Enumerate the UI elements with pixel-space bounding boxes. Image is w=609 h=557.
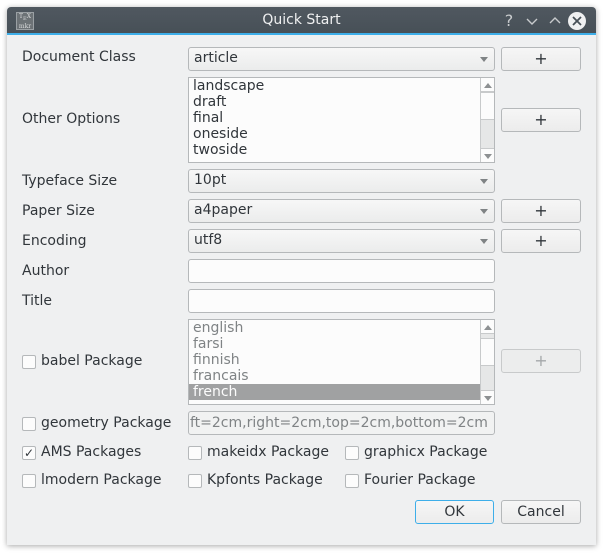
add-option-button[interactable]: +: [501, 108, 581, 132]
geometry-checkbox[interactable]: [22, 417, 36, 431]
makeidx-label: makeidx Package: [207, 444, 329, 460]
maximize-icon[interactable]: [545, 11, 565, 31]
graphicx-label: graphicx Package: [364, 444, 488, 460]
author-label: Author: [22, 263, 70, 279]
babel-language-list[interactable]: english farsi finnish francais french: [188, 319, 495, 405]
paper-size-label: Paper Size: [22, 203, 95, 219]
scroll-down-icon[interactable]: [481, 148, 494, 162]
cancel-button[interactable]: Cancel: [501, 500, 581, 524]
scrollbar-thumb[interactable]: [481, 92, 494, 120]
list-item-partial[interactable]: [189, 158, 480, 162]
lmodern-checkbox[interactable]: [22, 474, 36, 488]
add-document-class-button[interactable]: +: [501, 47, 581, 71]
list-item[interactable]: francais: [189, 368, 480, 384]
close-icon[interactable]: [568, 12, 586, 30]
other-options-scrollbar[interactable]: [480, 78, 494, 162]
list-item[interactable]: landscape: [189, 78, 480, 94]
chevron-down-icon: [480, 209, 488, 214]
document-class-label: Document Class: [22, 49, 136, 65]
add-encoding-button[interactable]: +: [501, 229, 581, 253]
list-item[interactable]: twoside: [189, 142, 480, 158]
author-input[interactable]: [188, 259, 495, 283]
list-item[interactable]: final: [189, 110, 480, 126]
document-class-select[interactable]: article: [188, 47, 495, 71]
add-babel-language-button[interactable]: +: [501, 349, 581, 373]
kpfonts-label: Kpfonts Package: [207, 472, 323, 488]
title-bar[interactable]: TEX mkr Quick Start ?: [7, 7, 596, 35]
add-paper-size-button[interactable]: +: [501, 199, 581, 223]
makeidx-checkbox[interactable]: [188, 446, 202, 460]
title-input[interactable]: [188, 289, 495, 313]
typeface-size-label: Typeface Size: [22, 173, 118, 189]
geometry-options-input[interactable]: [188, 411, 495, 435]
ams-checkbox[interactable]: ✓: [22, 446, 36, 460]
fourier-label: Fourier Package: [364, 472, 476, 488]
fourier-checkbox[interactable]: [345, 474, 359, 488]
help-icon[interactable]: ?: [499, 11, 519, 31]
minimize-icon[interactable]: [522, 11, 542, 31]
scroll-up-icon[interactable]: [481, 320, 494, 334]
typeface-size-value: 10pt: [194, 172, 227, 188]
encoding-value: utf8: [194, 232, 223, 248]
geometry-label: geometry Package: [41, 415, 172, 431]
list-item[interactable]: oneside: [189, 126, 480, 142]
babel-checkbox[interactable]: [22, 355, 36, 369]
kpfonts-checkbox[interactable]: [188, 474, 202, 488]
list-item-selected[interactable]: french: [189, 384, 480, 400]
scroll-down-icon[interactable]: [481, 390, 494, 404]
chevron-down-icon: [480, 57, 488, 62]
ams-label: AMS Packages: [41, 444, 142, 460]
graphicx-checkbox[interactable]: [345, 446, 359, 460]
chevron-down-icon: [480, 179, 488, 184]
paper-size-value: a4paper: [194, 202, 253, 218]
ok-button[interactable]: OK: [415, 500, 494, 524]
scrollbar-thumb[interactable]: [481, 338, 494, 366]
other-options-list[interactable]: landscape draft final oneside twoside: [188, 77, 495, 163]
other-options-label: Other Options: [22, 111, 121, 127]
list-item[interactable]: farsi: [189, 336, 480, 352]
quick-start-dialog: TEX mkr Quick Start ? Document Class arti…: [7, 7, 596, 545]
typeface-size-select[interactable]: 10pt: [188, 169, 495, 193]
chevron-down-icon: [480, 239, 488, 244]
title-label: Title: [22, 293, 53, 309]
document-class-value: article: [194, 50, 238, 66]
list-item[interactable]: finnish: [189, 352, 480, 368]
lmodern-label: lmodern Package: [41, 472, 162, 488]
paper-size-select[interactable]: a4paper: [188, 199, 495, 223]
list-item[interactable]: draft: [189, 94, 480, 110]
encoding-select[interactable]: utf8: [188, 229, 495, 253]
list-item-partial[interactable]: [189, 400, 480, 404]
babel-scrollbar[interactable]: [480, 320, 494, 404]
list-item[interactable]: english: [189, 320, 480, 336]
encoding-label: Encoding: [22, 233, 87, 249]
scroll-up-icon[interactable]: [481, 78, 494, 92]
babel-label: babel Package: [41, 353, 143, 369]
